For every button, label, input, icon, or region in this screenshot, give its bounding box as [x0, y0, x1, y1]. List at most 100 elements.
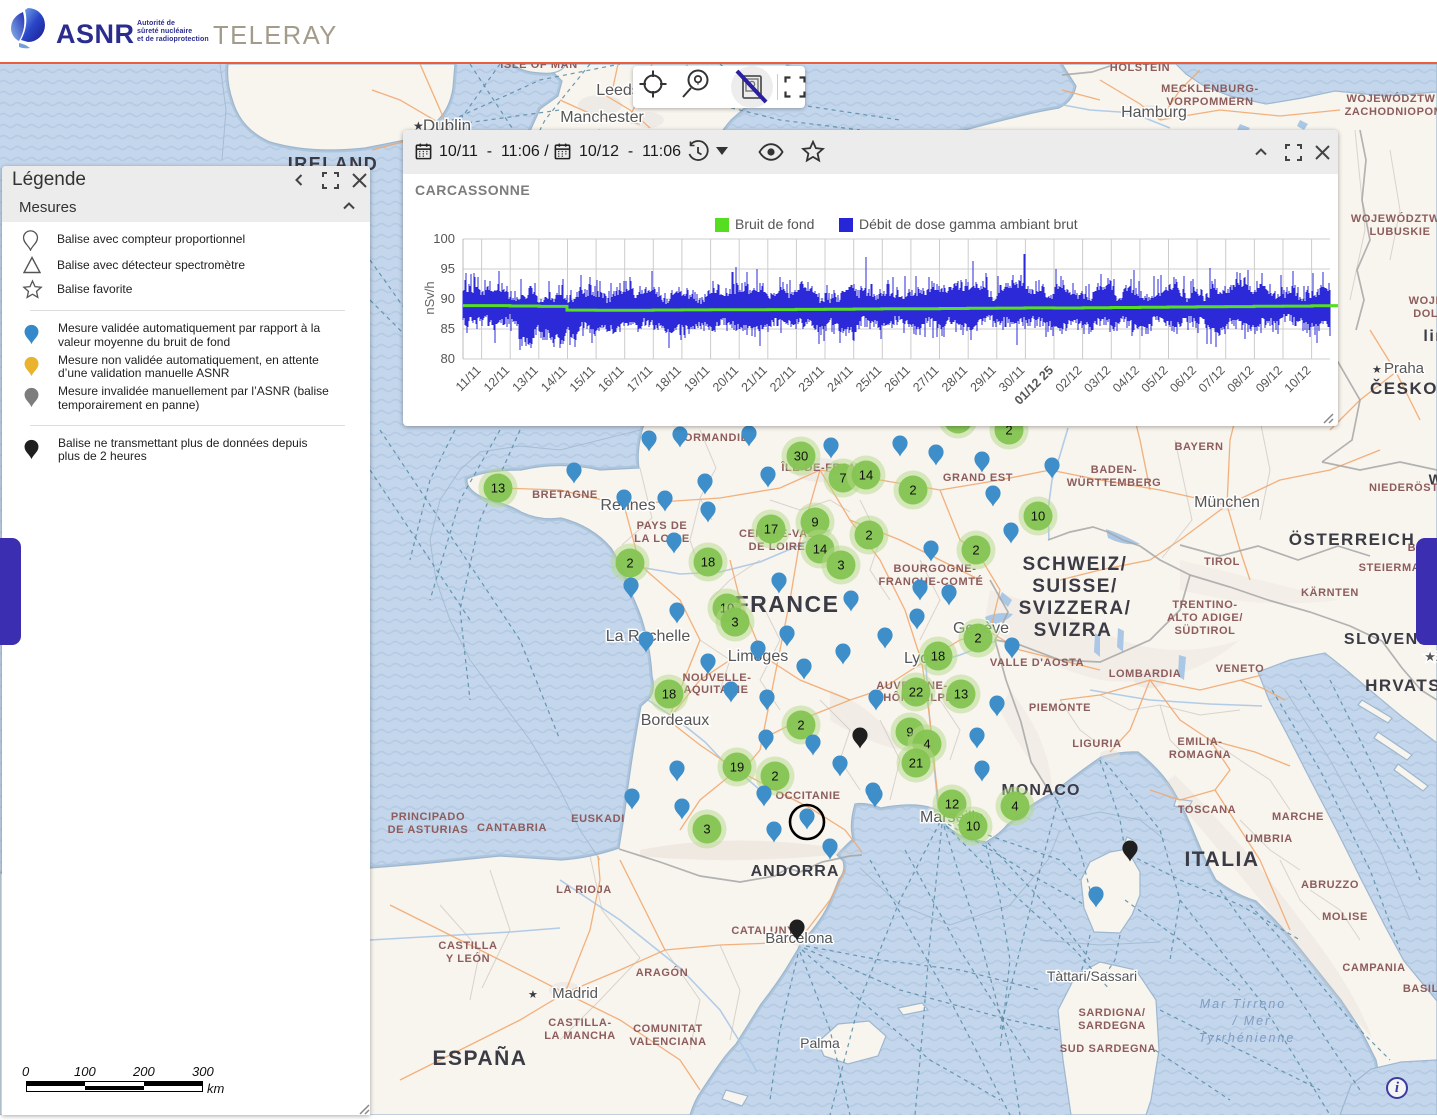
svg-text:80: 80 [441, 351, 455, 366]
svg-text:FRANCHE-COMTÉ: FRANCHE-COMTÉ [879, 575, 984, 588]
svg-text:SARDIGNA/: SARDIGNA/ [1078, 1007, 1145, 1019]
svg-text:PRINCIPADO: PRINCIPADO [391, 811, 465, 823]
svg-text:BAYERN: BAYERN [1174, 441, 1223, 453]
svg-text:18: 18 [931, 649, 945, 664]
svg-text:ISLE OF MAN: ISLE OF MAN [500, 64, 578, 71]
svg-text:CASTILLA: CASTILLA [438, 940, 497, 952]
svg-text:12: 12 [945, 797, 959, 812]
svg-text:ZACHODNIOPOM: ZACHODNIOPOM [1345, 106, 1437, 118]
svg-text:SUD SARDEGNA: SUD SARDEGNA [1060, 1043, 1156, 1055]
svg-text:100: 100 [433, 231, 455, 246]
svg-text:ANDORRA: ANDORRA [751, 863, 840, 880]
svg-text:2: 2 [909, 483, 916, 498]
svg-text:28/11: 28/11 [939, 363, 970, 394]
svg-text:10: 10 [1031, 509, 1045, 524]
svg-text:13/11: 13/11 [510, 363, 541, 394]
svg-text:MECKLENBURG-: MECKLENBURG- [1161, 83, 1259, 95]
svg-text:2: 2 [865, 528, 872, 543]
svg-text:Bordeaux: Bordeaux [641, 712, 710, 729]
svg-text:PAYS DE: PAYS DE [637, 520, 688, 532]
svg-text:CARCASSONNE: CARCASSONNE [415, 182, 530, 198]
svg-text:27/11: 27/11 [910, 363, 941, 394]
svg-text:Madrid: Madrid [552, 985, 598, 1002]
svg-text:10: 10 [966, 819, 980, 834]
svg-text:NOUVELLE-: NOUVELLE- [683, 672, 752, 684]
svg-text:CANTABRIA: CANTABRIA [477, 822, 547, 834]
svg-text:2: 2 [797, 718, 804, 733]
svg-text:TOSCANA: TOSCANA [1178, 804, 1236, 816]
svg-text:Mar Tirreno: Mar Tirreno [1200, 997, 1286, 1011]
svg-text:3: 3 [837, 558, 844, 573]
svg-text:★: ★ [528, 989, 538, 1001]
svg-text:LOMBARDIA: LOMBARDIA [1109, 668, 1182, 680]
svg-text:WOJEWÓDZTW: WOJEWÓDZTW [1346, 92, 1435, 105]
svg-text:26/11: 26/11 [882, 363, 913, 394]
svg-text:MOLISE: MOLISE [1322, 911, 1368, 923]
svg-text:CAMPANIA: CAMPANIA [1342, 962, 1405, 974]
svg-text:LA MANCHA: LA MANCHA [544, 1030, 616, 1042]
svg-text:LUBUSKIE: LUBUSKIE [1369, 226, 1430, 238]
svg-text:18: 18 [662, 687, 676, 702]
svg-text:BRETAGNE: BRETAGNE [532, 489, 598, 501]
svg-text:17/11: 17/11 [624, 363, 655, 394]
svg-text:HRVATSK: HRVATSK [1365, 676, 1437, 695]
svg-text:2: 2 [771, 769, 778, 784]
svg-text:BADEN-: BADEN- [1091, 464, 1137, 476]
svg-text:ÖSTERREICH: ÖSTERREICH [1289, 530, 1415, 549]
svg-text:ESPAÑA: ESPAÑA [433, 1047, 528, 1070]
svg-text:NIEDERÖSTER: NIEDERÖSTER [1369, 481, 1437, 494]
svg-text:UMBRIA: UMBRIA [1245, 833, 1293, 845]
svg-text:TIROL: TIROL [1204, 556, 1240, 568]
svg-text:ČESKO: ČESKO [1370, 379, 1437, 398]
svg-text:SÜDTIROL: SÜDTIROL [1174, 624, 1235, 637]
svg-text:München: München [1194, 494, 1260, 511]
svg-text:16/11: 16/11 [595, 363, 626, 394]
svg-text:WÜRTTEMBERG: WÜRTTEMBERG [1067, 476, 1162, 489]
svg-text:SVIZZERA/: SVIZZERA/ [1019, 598, 1132, 619]
svg-text:09/12: 09/12 [1253, 363, 1285, 395]
svg-text:10/12: 10/12 [1282, 363, 1314, 395]
svg-text:2: 2 [626, 556, 633, 571]
svg-text:13: 13 [954, 687, 968, 702]
svg-text:11/11: 11/11 [453, 363, 484, 394]
svg-text:18/11: 18/11 [653, 363, 684, 394]
svg-text:SARDEGNA: SARDEGNA [1078, 1020, 1146, 1032]
svg-text:AQUITAINE: AQUITAINE [683, 684, 748, 696]
svg-text:19: 19 [730, 760, 744, 775]
svg-text:lin: lin [1423, 328, 1437, 345]
svg-text:LIGURIA: LIGURIA [1072, 738, 1121, 750]
svg-text:19/11: 19/11 [681, 363, 712, 394]
svg-text:EUSKADI: EUSKADI [571, 813, 625, 825]
svg-text:22/11: 22/11 [767, 363, 798, 394]
svg-text:HOLSTEIN: HOLSTEIN [1110, 64, 1170, 74]
svg-text:17: 17 [764, 522, 778, 537]
svg-text:95: 95 [441, 261, 455, 276]
svg-text:Débit de dose gamma ambiant br: Débit de dose gamma ambiant brut [859, 216, 1078, 232]
svg-text:DOLN: DOLN [1413, 308, 1437, 320]
svg-text:90: 90 [441, 291, 455, 306]
svg-text:WOJE: WOJE [1409, 295, 1437, 307]
svg-text:9: 9 [811, 515, 818, 530]
svg-text:08/12: 08/12 [1225, 363, 1257, 395]
svg-text:WOJEWÓDZTWO: WOJEWÓDZTWO [1351, 212, 1437, 225]
svg-text:13: 13 [491, 481, 505, 496]
svg-text:Tyrrhénienne: Tyrrhénienne [1199, 1031, 1296, 1045]
svg-text:EMILIA-: EMILIA- [1177, 736, 1222, 748]
svg-text:3: 3 [731, 615, 738, 630]
svg-text:Palma: Palma [800, 1035, 840, 1051]
svg-text:Y LEÓN: Y LEÓN [446, 952, 490, 965]
svg-text:SUISSE/: SUISSE/ [1032, 576, 1117, 597]
svg-text:MARCHE: MARCHE [1272, 811, 1324, 823]
svg-text:07/12: 07/12 [1196, 363, 1228, 395]
svg-text:3: 3 [703, 822, 710, 837]
svg-text:14: 14 [859, 468, 873, 483]
svg-text:2: 2 [972, 543, 979, 558]
svg-text:★Z: ★Z [1424, 649, 1437, 664]
svg-text:/ Mer: / Mer [1232, 1014, 1271, 1028]
svg-text:VALLE D'AOSTA: VALLE D'AOSTA [990, 657, 1084, 669]
svg-text:Hamburg: Hamburg [1121, 104, 1187, 121]
svg-text:7: 7 [839, 471, 846, 486]
svg-text:20/11: 20/11 [710, 363, 741, 394]
svg-text:LA RIOJA: LA RIOJA [556, 884, 612, 896]
svg-text:ABRUZZO: ABRUZZO [1301, 879, 1359, 891]
